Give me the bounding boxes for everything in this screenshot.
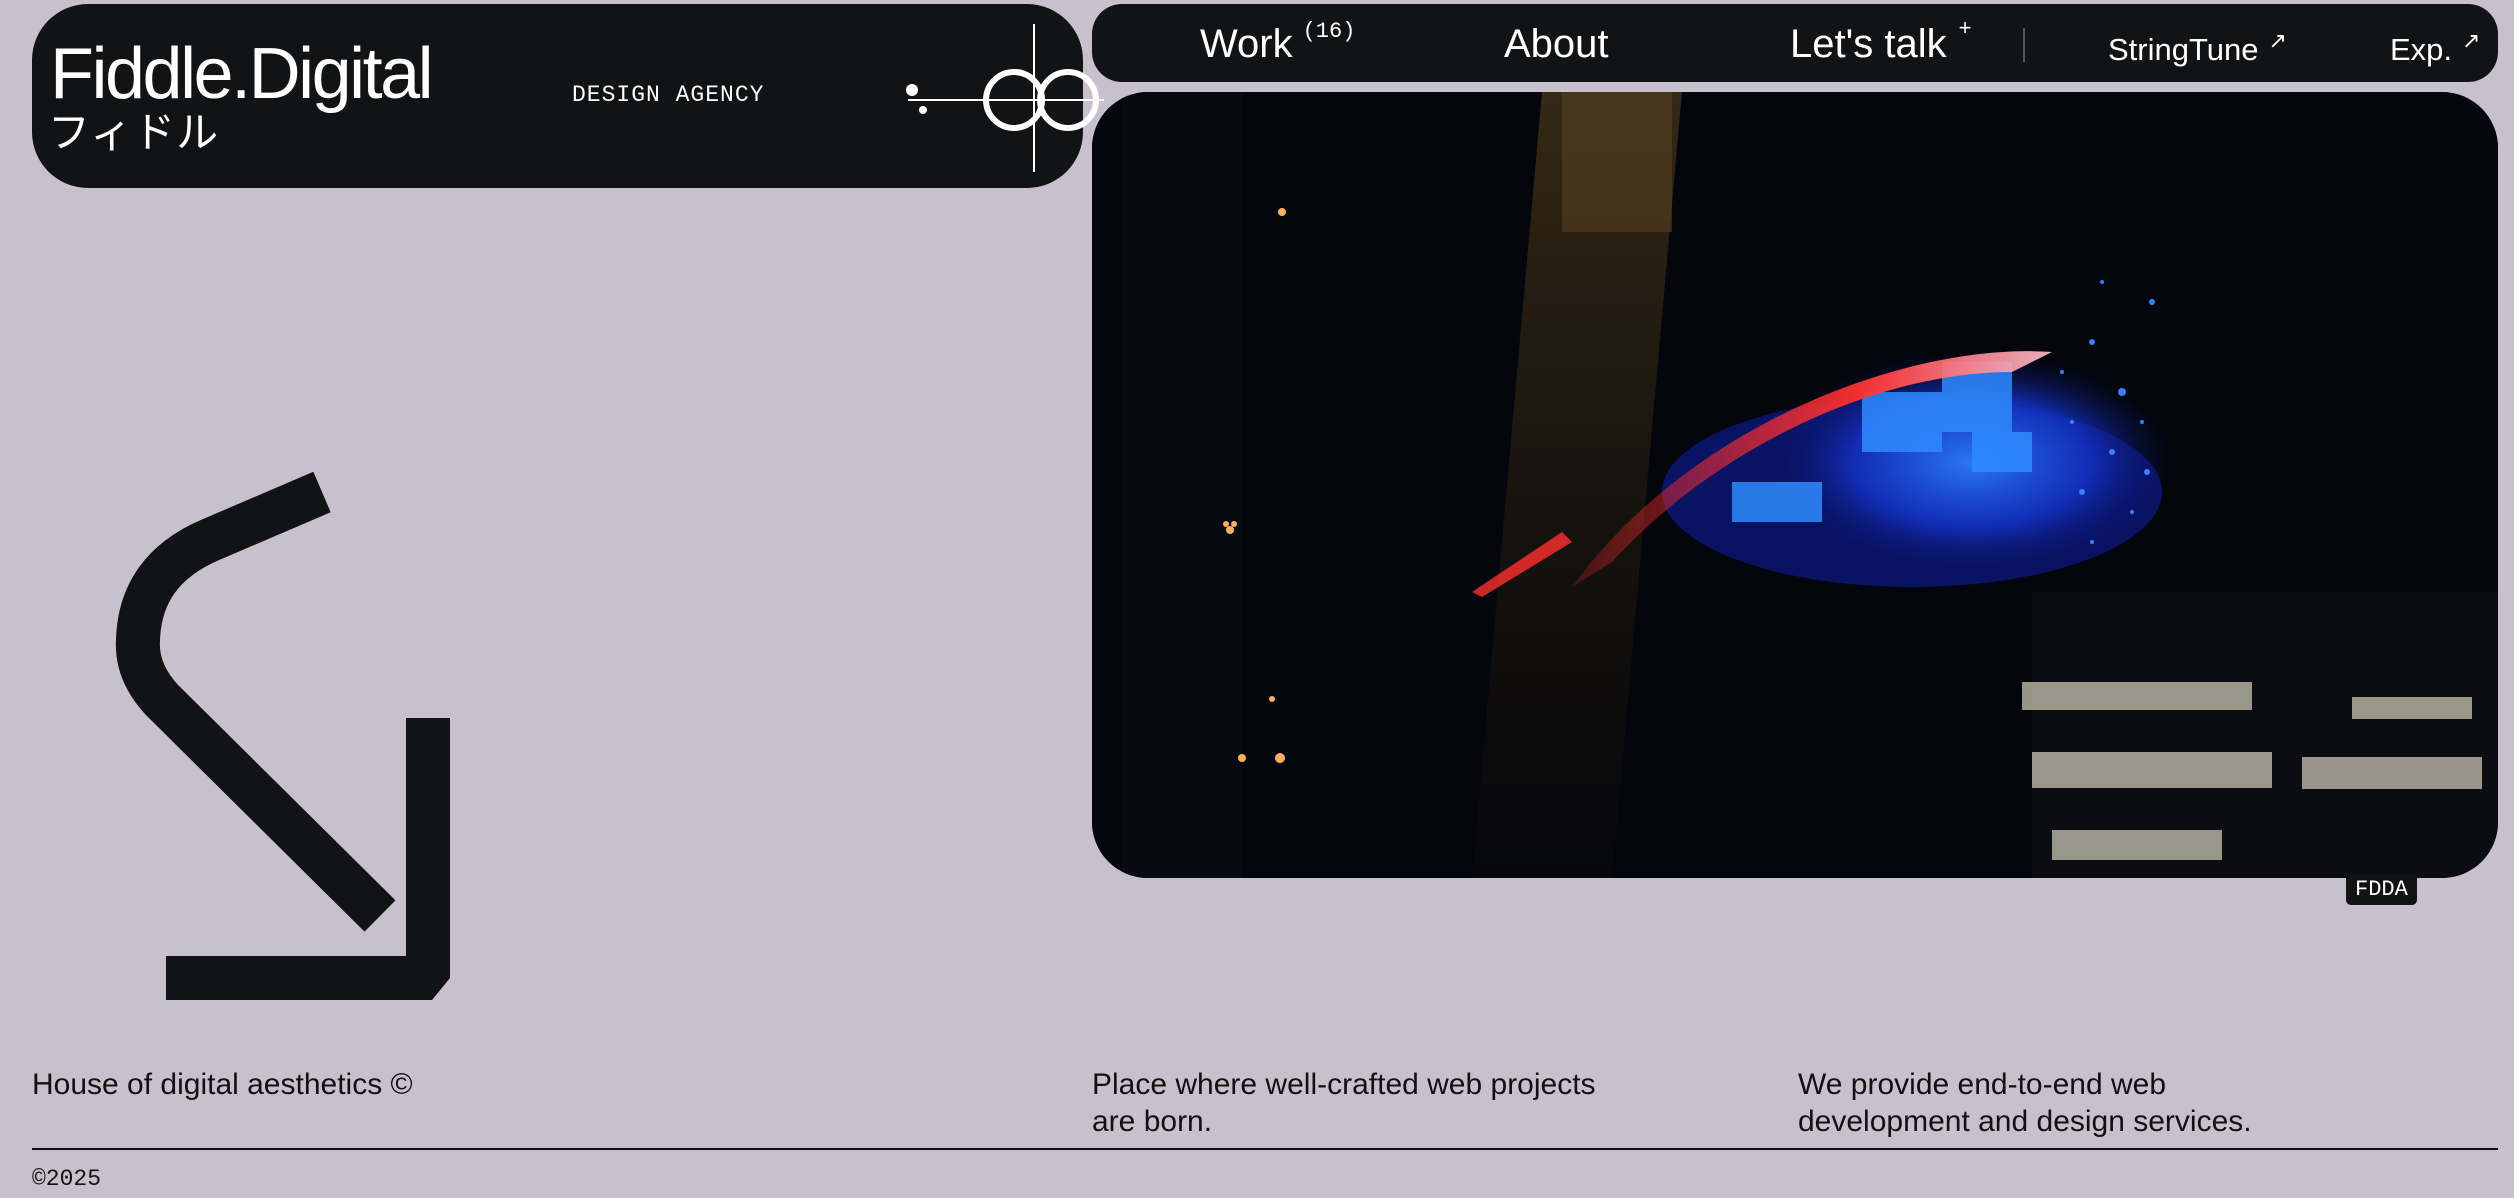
tagline-middle: Place where well-crafted web projects ar… — [1092, 1066, 1596, 1140]
tagline-middle-line2: are born. — [1092, 1105, 1213, 1138]
arrow-down-right-icon — [115, 471, 450, 1000]
tagline-right: We provide end-to-end web development an… — [1798, 1066, 2252, 1140]
nav-exp-label: Exp. — [2390, 32, 2453, 67]
nav-stringtune-link[interactable]: StringTune ↗ — [2108, 28, 2287, 75]
external-link-icon: ↗ — [2268, 28, 2287, 53]
brand-subtitle: DESIGN AGENCY — [572, 82, 765, 108]
nav-lets-talk-label: Let's talk — [1790, 22, 1947, 66]
media-tag-label: FDDA — [2346, 874, 2417, 905]
infinity-emblem-icon — [906, 24, 1104, 172]
tagline-right-line2: development and design services. — [1798, 1105, 2252, 1138]
nav-work-link[interactable]: Work (16) — [1200, 19, 1356, 74]
footer-divider — [32, 1148, 2498, 1150]
nav-about-link[interactable]: About — [1504, 22, 1609, 66]
nav-stringtune-label: StringTune — [2108, 32, 2259, 67]
tagline-middle-line1: Place where well-crafted web projects — [1092, 1068, 1596, 1101]
hero-video[interactable] — [1092, 92, 2498, 878]
external-link-icon: ↗ — [2462, 28, 2481, 53]
nav-work-label: Work — [1200, 22, 1293, 66]
tagline-right-line1: We provide end-to-end web — [1798, 1068, 2166, 1101]
nav-divider — [2023, 28, 2025, 62]
brand-name-japanese: フィドル — [48, 108, 220, 157]
tagline-left: House of digital aesthetics © — [32, 1068, 413, 1101]
hero-video-frame — [1092, 92, 2498, 878]
brand-name: Fiddle.Digital — [50, 34, 434, 114]
nav-work-count: (16) — [1302, 19, 1356, 44]
copyright-text: ©2025 — [32, 1166, 102, 1192]
nav-lets-talk-link[interactable]: Let's talk + — [1790, 15, 1971, 72]
logo-card[interactable]: Fiddle.Digital フィドル DESIGN AGENCY — [32, 4, 1104, 188]
plus-icon: + — [1958, 15, 1972, 40]
main-nav: Work (16) About Let's talk + StringTune ↗ E… — [1092, 4, 2498, 82]
nav-exp-link[interactable]: Exp. ↗ — [2390, 28, 2480, 75]
